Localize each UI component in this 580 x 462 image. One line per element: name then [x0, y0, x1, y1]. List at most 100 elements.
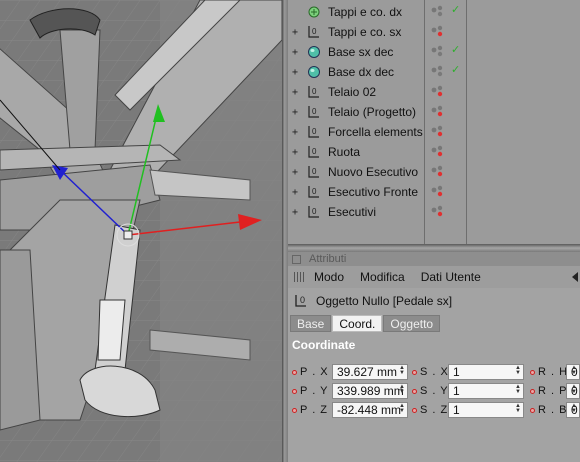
- animation-key-icon[interactable]: [412, 407, 417, 413]
- viewport-scene[interactable]: [0, 0, 282, 462]
- visibility-dots-icon[interactable]: [430, 24, 446, 40]
- tab-base[interactable]: Base: [290, 315, 332, 332]
- value-input[interactable]: 1: [448, 402, 524, 418]
- visibility-dots-icon[interactable]: [430, 204, 446, 220]
- visibility-dots-icon[interactable]: [430, 104, 446, 120]
- animation-key-icon[interactable]: [412, 369, 417, 375]
- expand-toggle-icon[interactable]: +: [292, 107, 304, 118]
- svg-text:0: 0: [312, 87, 317, 96]
- object-name[interactable]: Esecutivo Fronte: [328, 185, 438, 199]
- spinner-arrows-icon[interactable]: ▲ ▼: [571, 384, 577, 395]
- scale-field: S . X 1 ▲ ▼: [412, 364, 524, 380]
- expand-toggle-icon[interactable]: +: [292, 87, 304, 98]
- visibility-dots-icon[interactable]: [430, 84, 446, 100]
- group-icon: [306, 5, 322, 19]
- object-name[interactable]: Base dx dec: [328, 65, 438, 79]
- value-input[interactable]: -82.448 mm: [332, 402, 408, 418]
- object-name[interactable]: Esecutivi: [328, 205, 438, 219]
- menu-dati-utente[interactable]: Dati Utente: [421, 270, 481, 284]
- field-label: S . X: [420, 366, 449, 378]
- animation-key-icon[interactable]: [530, 388, 535, 394]
- spinner-arrows-icon[interactable]: ▲ ▼: [399, 384, 405, 395]
- field-label: R . B: [538, 404, 568, 416]
- expand-toggle-icon[interactable]: +: [292, 67, 304, 78]
- attributes-panel: Attributi Modo Modifica Dati Utente 0 Og…: [288, 252, 580, 462]
- expand-toggle-icon[interactable]: +: [292, 147, 304, 158]
- null-object-icon: 0: [306, 185, 322, 199]
- spinner-arrows-icon[interactable]: ▲ ▼: [515, 403, 521, 414]
- animation-key-icon[interactable]: [530, 369, 535, 375]
- object-name[interactable]: Ruota: [328, 145, 438, 159]
- enabled-check-icon[interactable]: ✓: [451, 43, 460, 56]
- expand-toggle-icon[interactable]: +: [292, 207, 304, 218]
- panel-splitter[interactable]: [288, 244, 580, 252]
- object-row[interactable]: +0 Nuovo Esecutivo: [288, 162, 580, 182]
- spinner-arrows-icon[interactable]: ▲ ▼: [571, 365, 577, 376]
- visibility-dots-icon[interactable]: [430, 124, 446, 140]
- object-row[interactable]: + Base dx dec ✓: [288, 62, 580, 82]
- spinner-arrows-icon[interactable]: ▲ ▼: [399, 403, 405, 414]
- object-row[interactable]: Tappi e co. dx ✓: [288, 2, 580, 22]
- 3d-viewport[interactable]: [0, 0, 282, 462]
- panel-toggle-icon[interactable]: [292, 254, 301, 264]
- visibility-dots-icon[interactable]: [430, 44, 446, 60]
- animation-key-icon[interactable]: [292, 388, 297, 394]
- null-object-icon: 0: [306, 125, 322, 139]
- expand-toggle-icon[interactable]: +: [292, 27, 304, 38]
- enabled-check-icon[interactable]: ✓: [451, 63, 460, 76]
- visibility-dots-icon[interactable]: [430, 64, 446, 80]
- object-name[interactable]: Telaio 02: [328, 85, 438, 99]
- position-field: P . Y 339.989 mm ▲ ▼: [292, 383, 408, 399]
- value-input[interactable]: 1: [448, 364, 524, 380]
- object-header: 0 Oggetto Nullo [Pedale sx]: [288, 290, 580, 312]
- object-name[interactable]: Forcella elements: [328, 125, 438, 139]
- grip-icon[interactable]: [294, 272, 306, 282]
- value-input[interactable]: 39.627 mm: [332, 364, 408, 380]
- spinner-arrows-icon[interactable]: ▲ ▼: [571, 403, 577, 414]
- menu-modo[interactable]: Modo: [314, 270, 344, 284]
- animation-key-icon[interactable]: [530, 407, 535, 413]
- null-object-icon: 0: [306, 145, 322, 159]
- object-row[interactable]: +0 Telaio 02: [288, 82, 580, 102]
- enabled-check-icon[interactable]: ✓: [451, 3, 460, 16]
- visibility-dots-icon[interactable]: [430, 144, 446, 160]
- back-arrow-icon[interactable]: [572, 272, 578, 282]
- value-input[interactable]: 339.989 mm: [332, 383, 408, 399]
- expand-toggle-icon[interactable]: +: [292, 187, 304, 198]
- value-input[interactable]: 1: [448, 383, 524, 399]
- object-row[interactable]: + Base sx dec ✓: [288, 42, 580, 62]
- object-name[interactable]: Nuovo Esecutivo: [328, 165, 438, 179]
- object-row[interactable]: +0 Esecutivo Fronte: [288, 182, 580, 202]
- object-name[interactable]: Telaio (Progetto): [328, 105, 438, 119]
- object-name[interactable]: Tappi e co. dx: [328, 5, 438, 19]
- svg-text:0: 0: [300, 295, 305, 305]
- expand-toggle-icon[interactable]: +: [292, 127, 304, 138]
- tab-oggetto[interactable]: Oggetto: [383, 315, 441, 332]
- expand-toggle-icon[interactable]: +: [292, 47, 304, 58]
- rotation-field: R . H 0 ▲ ▼: [530, 364, 580, 380]
- object-name[interactable]: Base sx dec: [328, 45, 438, 59]
- object-row[interactable]: +0 Forcella elements: [288, 122, 580, 142]
- object-row[interactable]: +0 Telaio (Progetto): [288, 102, 580, 122]
- menu-modifica[interactable]: Modifica: [360, 270, 405, 284]
- object-row[interactable]: +0 Ruota: [288, 142, 580, 162]
- visibility-dots-icon[interactable]: [430, 184, 446, 200]
- object-row[interactable]: +0 Esecutivi: [288, 202, 580, 222]
- object-name[interactable]: Tappi e co. sx: [328, 25, 438, 39]
- sphere-icon: [306, 65, 322, 79]
- tab-coord[interactable]: Coord.: [332, 315, 383, 332]
- svg-text:0: 0: [312, 167, 317, 176]
- animation-key-icon[interactable]: [292, 407, 297, 413]
- null-object-icon: 0: [294, 293, 308, 309]
- visibility-dots-icon[interactable]: [430, 4, 446, 20]
- svg-text:0: 0: [312, 207, 317, 216]
- svg-text:0: 0: [312, 107, 317, 116]
- animation-key-icon[interactable]: [292, 369, 297, 375]
- expand-toggle-icon[interactable]: +: [292, 167, 304, 178]
- animation-key-icon[interactable]: [412, 388, 417, 394]
- spinner-arrows-icon[interactable]: ▲ ▼: [515, 384, 521, 395]
- object-row[interactable]: +0 Tappi e co. sx: [288, 22, 580, 42]
- spinner-arrows-icon[interactable]: ▲ ▼: [515, 365, 521, 376]
- spinner-arrows-icon[interactable]: ▲ ▼: [399, 365, 405, 376]
- visibility-dots-icon[interactable]: [430, 164, 446, 180]
